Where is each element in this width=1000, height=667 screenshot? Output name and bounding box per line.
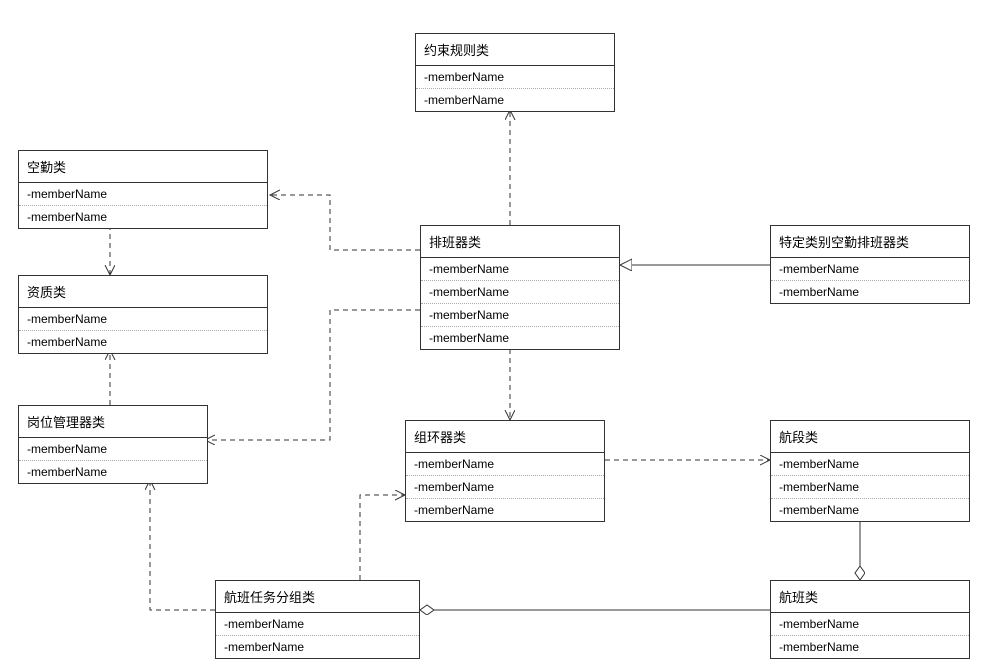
class-title: 组环器类 [406,421,604,453]
class-title: 资质类 [19,276,267,308]
class-member: -memberName [771,613,969,636]
class-title: 约束规则类 [416,34,614,66]
class-qualification: 资质类 -memberName -memberName [18,275,268,354]
class-member: -memberName [19,438,207,461]
class-member: -memberName [771,453,969,476]
edge-scheduler-aircrew [270,195,420,250]
class-flight: 航班类 -memberName -memberName [770,580,970,659]
class-title: 航班类 [771,581,969,613]
class-scheduler: 排班器类 -memberName -memberName -memberName… [420,225,620,350]
class-member: -memberName [771,281,969,303]
class-member: -memberName [406,499,604,521]
class-member: -memberName [421,258,619,281]
class-member: -memberName [421,327,619,349]
class-member: -memberName [421,304,619,327]
class-member: -memberName [406,476,604,499]
class-member: -memberName [421,281,619,304]
edge-taskgroup-groupring [360,495,405,580]
class-flight-task-group: 航班任务分组类 -memberName -memberName [215,580,420,659]
class-member: -memberName [406,453,604,476]
class-title: 空勤类 [19,151,267,183]
class-member: -memberName [771,258,969,281]
class-aircrew: 空勤类 -memberName -memberName [18,150,268,229]
class-group-ring: 组环器类 -memberName -memberName -memberName [405,420,605,522]
class-member: -memberName [416,66,614,89]
edge-taskgroup-positionmgr [150,480,215,610]
class-member: -memberName [19,461,207,483]
class-title: 排班器类 [421,226,619,258]
class-title: 航班任务分组类 [216,581,419,613]
class-member: -memberName [771,476,969,499]
class-member: -memberName [19,331,267,353]
class-specific-scheduler: 特定类别空勤排班器类 -memberName -memberName [770,225,970,304]
class-title: 特定类别空勤排班器类 [771,226,969,258]
class-segment: 航段类 -memberName -memberName -memberName [770,420,970,522]
class-member: -memberName [19,206,267,228]
class-member: -memberName [19,183,267,206]
class-constraint-rule: 约束规则类 -memberName -memberName [415,33,615,112]
class-title: 航段类 [771,421,969,453]
class-member: -memberName [416,89,614,111]
class-member: -memberName [19,308,267,331]
class-member: -memberName [771,499,969,521]
class-position-manager: 岗位管理器类 -memberName -memberName [18,405,208,484]
class-title: 岗位管理器类 [19,406,207,438]
class-member: -memberName [216,613,419,636]
class-member: -memberName [216,636,419,658]
class-member: -memberName [771,636,969,658]
